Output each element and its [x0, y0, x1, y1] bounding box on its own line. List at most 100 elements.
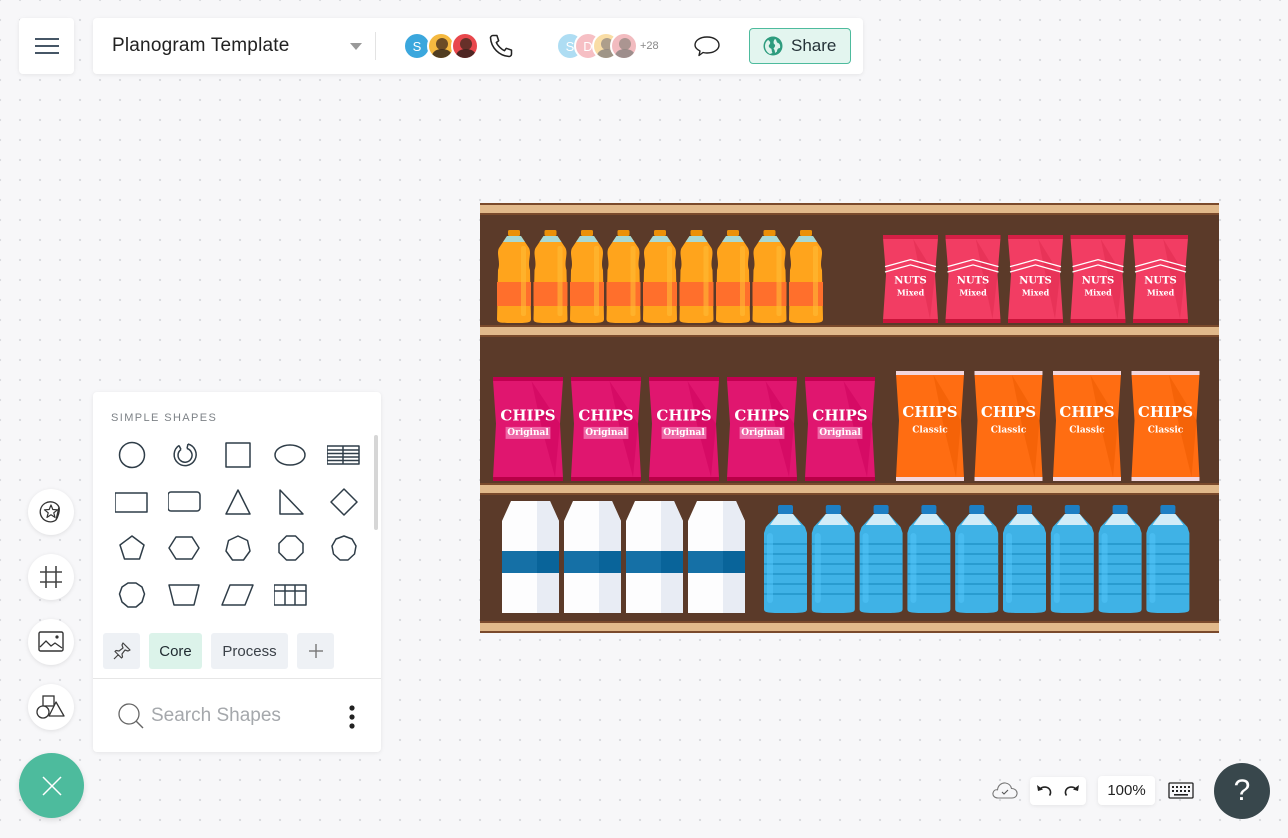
add-library-button[interactable]: [297, 633, 334, 669]
product-brand-label: CHIPS: [578, 407, 633, 425]
more-options-icon[interactable]: [349, 705, 355, 729]
juice-bottle[interactable]: [533, 230, 568, 323]
product-flavor-label: Original: [819, 428, 861, 438]
comment-icon[interactable]: [692, 34, 722, 58]
shape-hexagon[interactable]: [158, 525, 211, 572]
viewing-collaborator-avatar[interactable]: [610, 32, 638, 60]
shape-partial-circle[interactable]: [158, 432, 211, 479]
table-grid-icon: [274, 584, 307, 606]
milk-carton[interactable]: [688, 501, 745, 613]
planogram-shelf[interactable]: NUTSMixedNUTSMixedNUTSMixedNUTSMixedNUTS…: [480, 203, 1219, 633]
shapes-scrollbar[interactable]: [374, 435, 378, 530]
product-brand-label: CHIPS: [812, 407, 867, 425]
diamond-icon: [329, 488, 358, 516]
toolbar-divider: [375, 32, 376, 60]
active-collaborator-avatar[interactable]: [451, 32, 479, 60]
globe-icon: [763, 36, 783, 56]
shape-decagon[interactable]: [105, 572, 158, 619]
product-flavor-label: Classic: [1069, 426, 1105, 436]
shapes-button[interactable]: [28, 684, 74, 730]
shape-rounded-rectangle[interactable]: [158, 479, 211, 526]
juice-bottle[interactable]: [497, 230, 531, 323]
document-title[interactable]: Planogram Template: [112, 35, 350, 57]
milk-carton[interactable]: [626, 501, 683, 613]
plus-icon: [308, 644, 323, 658]
product-flavor-label: Original: [741, 428, 783, 438]
tab-process[interactable]: Process: [211, 633, 288, 669]
triangle-icon: [224, 489, 251, 515]
product-brand-label: NUTS: [1019, 275, 1052, 286]
product-brand-label: CHIPS: [734, 407, 789, 425]
nonagon-icon: [330, 535, 357, 561]
rectangle-icon: [115, 492, 148, 513]
active-collaborators: S: [403, 32, 479, 60]
shape-rectangle[interactable]: [105, 479, 158, 526]
redo-icon[interactable]: [1063, 783, 1081, 799]
shape-diamond[interactable]: [317, 479, 370, 526]
juice-bottle[interactable]: [716, 230, 750, 323]
snack-bag[interactable]: NUTS Mixed: [945, 235, 1001, 323]
chips-bag[interactable]: CHIPS Original: [493, 377, 563, 481]
shape-table-grid[interactable]: [264, 572, 317, 619]
close-panel-button[interactable]: [19, 753, 84, 818]
snack-bag[interactable]: NUTS Mixed: [1070, 235, 1126, 323]
tab-core[interactable]: Core: [149, 633, 202, 669]
shape-circle[interactable]: [105, 432, 158, 479]
snack-bag[interactable]: NUTS Mixed: [1008, 235, 1063, 323]
snack-bag[interactable]: NUTS Mixed: [883, 235, 938, 323]
shape-ellipse[interactable]: [264, 432, 317, 479]
juice-bottle[interactable]: [643, 230, 677, 323]
shelf-board: [480, 203, 1219, 215]
images-button[interactable]: [28, 619, 74, 665]
milk-carton[interactable]: [564, 501, 621, 613]
share-button[interactable]: Share: [748, 28, 851, 64]
viewing-collaborators[interactable]: SD: [556, 32, 638, 60]
product-flavor-label: Original: [507, 428, 549, 438]
juice-bottle[interactable]: [789, 230, 823, 323]
phone-icon[interactable]: [487, 32, 515, 60]
pinned-tab[interactable]: [103, 633, 140, 669]
templates-button[interactable]: [28, 489, 74, 535]
juice-bottle[interactable]: [679, 230, 714, 323]
cloud-check-icon: [992, 782, 1018, 799]
frames-button[interactable]: [28, 554, 74, 600]
main-menu-button[interactable]: [19, 18, 74, 74]
chips-bag[interactable]: CHIPS Classic: [1131, 371, 1200, 481]
help-button[interactable]: ?: [1214, 763, 1270, 819]
chips-bag[interactable]: CHIPS Classic: [896, 371, 964, 481]
chips-bag[interactable]: CHIPS Original: [805, 377, 875, 481]
product-flavor-label: Classic: [912, 426, 948, 436]
shelf-board: [480, 325, 1219, 337]
keyboard-icon[interactable]: [1168, 782, 1194, 799]
title-dropdown-icon[interactable]: [350, 42, 362, 50]
shape-triangle[interactable]: [211, 479, 264, 526]
shape-right-triangle[interactable]: [264, 479, 317, 526]
shape-heptagon[interactable]: [211, 525, 264, 572]
juice-bottle[interactable]: [752, 230, 787, 323]
undo-icon[interactable]: [1035, 783, 1053, 799]
juice-bottle[interactable]: [570, 230, 604, 323]
chips-bag[interactable]: CHIPS Original: [649, 377, 719, 481]
more-collaborators-count[interactable]: +28: [640, 40, 659, 52]
product-brand-label: CHIPS: [656, 407, 711, 425]
chips-bag[interactable]: CHIPS Original: [727, 377, 797, 481]
shape-parallelogram[interactable]: [211, 572, 264, 619]
shape-nonagon[interactable]: [317, 525, 370, 572]
shape-pentagon[interactable]: [105, 525, 158, 572]
shape-trapezoid[interactable]: [158, 572, 211, 619]
shape-octagon[interactable]: [264, 525, 317, 572]
heptagon-icon: [224, 535, 251, 561]
juice-bottle[interactable]: [606, 230, 641, 323]
chips-bag[interactable]: CHIPS Classic: [974, 371, 1043, 481]
snack-bag[interactable]: NUTS Mixed: [1133, 235, 1188, 323]
shape-square[interactable]: [211, 432, 264, 479]
product-flavor-label: Mixed: [1022, 288, 1050, 298]
milk-carton[interactable]: [502, 501, 559, 613]
shape-table-lines[interactable]: [317, 432, 370, 479]
product-brand-label: CHIPS: [1138, 403, 1193, 421]
search-shapes-input[interactable]: [151, 705, 341, 727]
zoom-level[interactable]: 100%: [1098, 776, 1155, 805]
chips-bag[interactable]: CHIPS Classic: [1053, 371, 1121, 481]
chips-bag[interactable]: CHIPS Original: [571, 377, 641, 481]
product-flavor-label: Original: [663, 428, 705, 438]
